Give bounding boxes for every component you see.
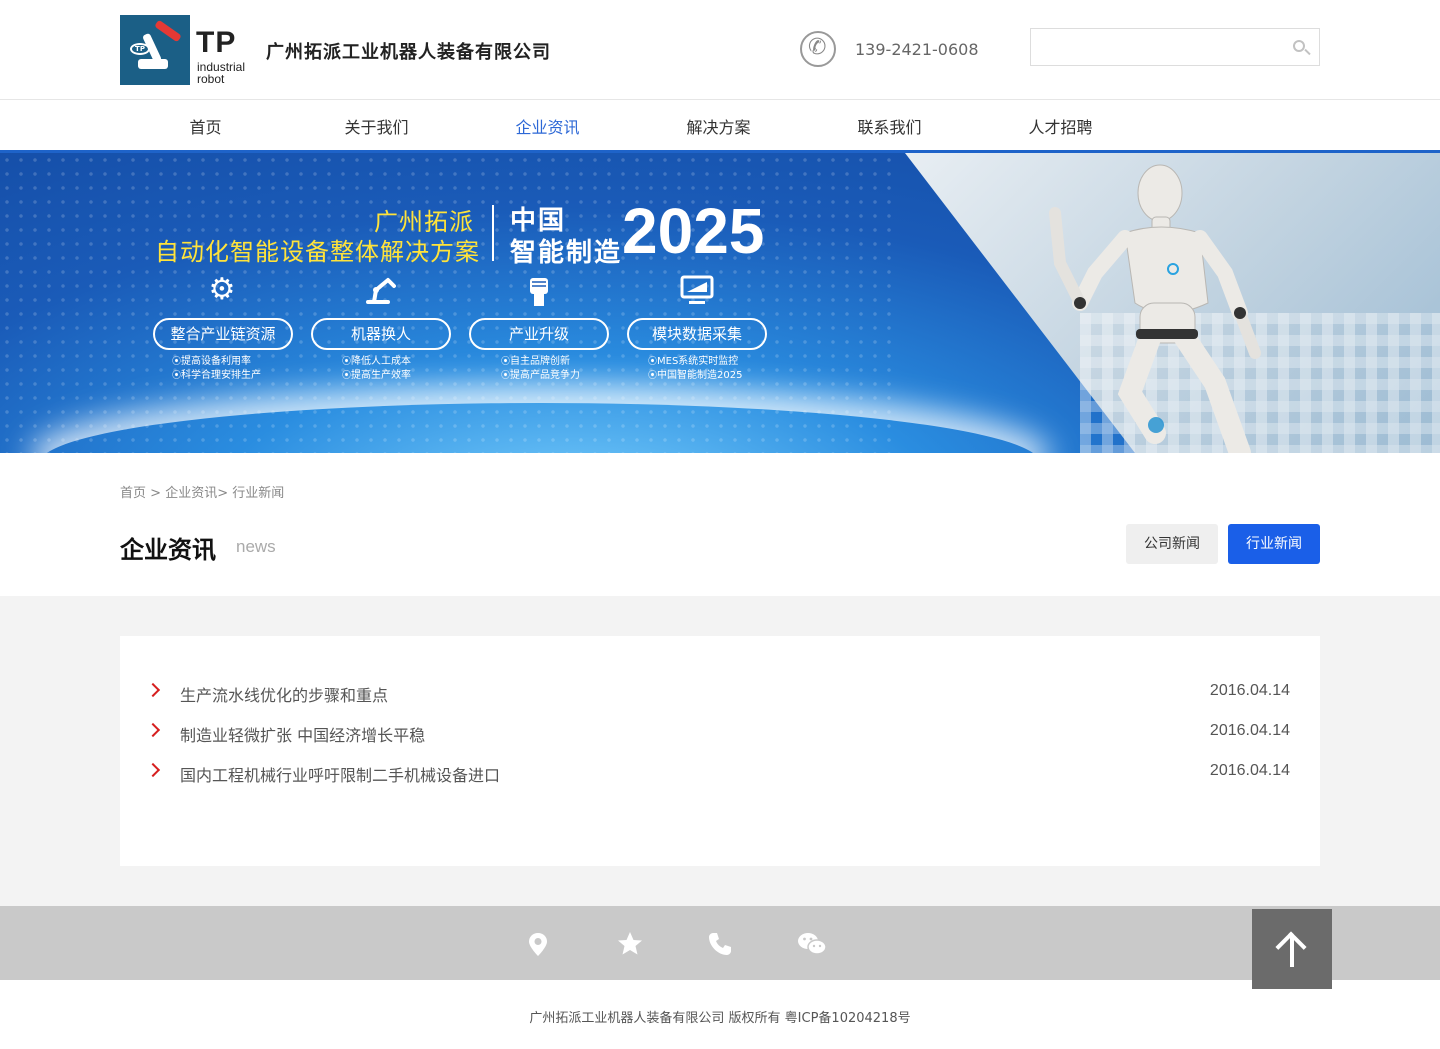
robot-illustration — [1049, 164, 1261, 453]
nav-item-about[interactable]: 关于我们 — [291, 101, 462, 150]
feature-sub-item: 降低人工成本 — [342, 356, 411, 367]
header: TP TP industrial robot 广州拓派工业机器人装备有限公司 1… — [0, 0, 1440, 100]
logo-text[interactable]: TP — [196, 28, 236, 58]
tab-industry-news[interactable]: 行业新闻 — [1228, 524, 1320, 564]
copyright: 广州拓派工业机器人装备有限公司 版权所有 粤ICP备10204218号 — [529, 1011, 911, 1026]
back-to-top-button[interactable] — [1252, 909, 1332, 989]
phone-icon[interactable] — [706, 930, 734, 958]
fist-icon — [522, 272, 558, 308]
banner-title-line2: 自动化智能设备整体解决方案 — [155, 238, 480, 266]
wechat-icon[interactable] — [796, 930, 828, 958]
feature-subtext: 提高设备利用率 科学合理安排生产 — [172, 355, 312, 383]
feature-sub-item: 提高产品竞争力 — [501, 370, 580, 381]
star-icon[interactable] — [616, 930, 644, 958]
chevron-right-icon — [145, 722, 161, 738]
feature-sub-item: 科学合理安排生产 — [172, 370, 261, 381]
tab-company-news[interactable]: 公司新闻 — [1126, 524, 1218, 564]
monitor-icon — [679, 272, 715, 308]
news-title[interactable]: 制造业轻微扩张 中国经济增长平稳 — [180, 722, 425, 746]
feature-pill-data: 模块数据采集 — [627, 318, 767, 350]
search-icon[interactable] — [1289, 36, 1313, 60]
robot-arm-icon — [362, 272, 398, 308]
page-subtitle: news — [236, 537, 276, 556]
nav-item-solutions[interactable]: 解决方案 — [633, 101, 804, 150]
banner-cn-line2: 智能制造 — [510, 238, 623, 268]
company-name: 广州拓派工业机器人装备有限公司 — [266, 42, 551, 63]
news-title[interactable]: 国内工程机械行业呼吁限制二手机械设备进口 — [180, 762, 500, 786]
page-title: 企业资讯 — [120, 536, 216, 564]
main-nav: 首页 关于我们 企业资讯 解决方案 联系我们 人才招聘 — [0, 101, 1440, 153]
chevron-right-icon — [145, 682, 161, 698]
feature-pill-robot: 机器换人 — [311, 318, 451, 350]
feature-sub-item: MES系统实时监控 — [648, 356, 738, 367]
news-title[interactable]: 生产流水线优化的步骤和重点 — [180, 682, 388, 706]
list-item[interactable]: 生产流水线优化的步骤和重点 2016.04.14 — [145, 682, 1290, 706]
banner-year: 2025 — [622, 195, 765, 267]
news-list: 生产流水线优化的步骤和重点 2016.04.14 制造业轻微扩张 中国经济增长平… — [120, 636, 1320, 866]
nav-item-contact[interactable]: 联系我们 — [804, 101, 975, 150]
news-date: 2016.04.14 — [1209, 682, 1290, 699]
nav-item-home[interactable]: 首页 — [120, 101, 291, 150]
feature-sub-item: 中国智能制造2025 — [648, 370, 742, 381]
breadcrumb-home[interactable]: 首页 — [120, 486, 146, 501]
phone-number: 139-2421-0608 — [855, 40, 979, 59]
footer-bar — [0, 906, 1440, 980]
feature-pill-upgrade: 产业升级 — [469, 318, 609, 350]
list-item[interactable]: 国内工程机械行业呼吁限制二手机械设备进口 2016.04.14 — [145, 762, 1290, 786]
news-date: 2016.04.14 — [1209, 762, 1290, 779]
feature-sub-item: 提高设备利用率 — [172, 356, 251, 367]
news-date: 2016.04.14 — [1209, 722, 1290, 739]
feature-subtext: MES系统实时监控 中国智能制造2025 — [648, 355, 788, 383]
chevron-right-icon — [145, 762, 161, 778]
search-input[interactable] — [1031, 29, 1281, 65]
banner-divider — [492, 205, 494, 261]
logo-tagline: industrial robot — [197, 60, 246, 86]
breadcrumb-current[interactable]: 行业新闻 — [232, 486, 284, 501]
list-item[interactable]: 制造业轻微扩张 中国经济增长平稳 2016.04.14 — [145, 722, 1290, 746]
nav-item-news[interactable]: 企业资讯 — [462, 101, 633, 150]
feature-subtext: 自主品牌创新 提高产品竞争力 — [501, 355, 641, 383]
feature-sub-item: 自主品牌创新 — [501, 356, 570, 367]
breadcrumb-sep: > — [146, 486, 166, 501]
hero-banner: 广州拓派 自动化智能设备整体解决方案 中国 智能制造 2025 ⚙ 整合产业链资… — [0, 153, 1440, 453]
phone-icon — [800, 31, 836, 67]
feature-pill-integrate: 整合产业链资源 — [153, 318, 293, 350]
feature-sub-item: 提高生产效率 — [342, 370, 411, 381]
breadcrumb-news[interactable]: 企业资讯 — [165, 486, 217, 501]
logo-emblem[interactable]: TP — [120, 15, 190, 85]
nav-item-careers[interactable]: 人才招聘 — [975, 101, 1146, 150]
feature-subtext: 降低人工成本 提高生产效率 — [342, 355, 482, 383]
breadcrumb-sep: > — [217, 486, 233, 501]
logo-robot-forearm — [154, 19, 182, 43]
breadcrumb: 首页 > 企业资讯> 行业新闻 — [120, 482, 284, 501]
gears-icon: ⚙ — [208, 272, 236, 307]
search-box — [1030, 28, 1320, 66]
location-icon[interactable] — [524, 930, 552, 958]
